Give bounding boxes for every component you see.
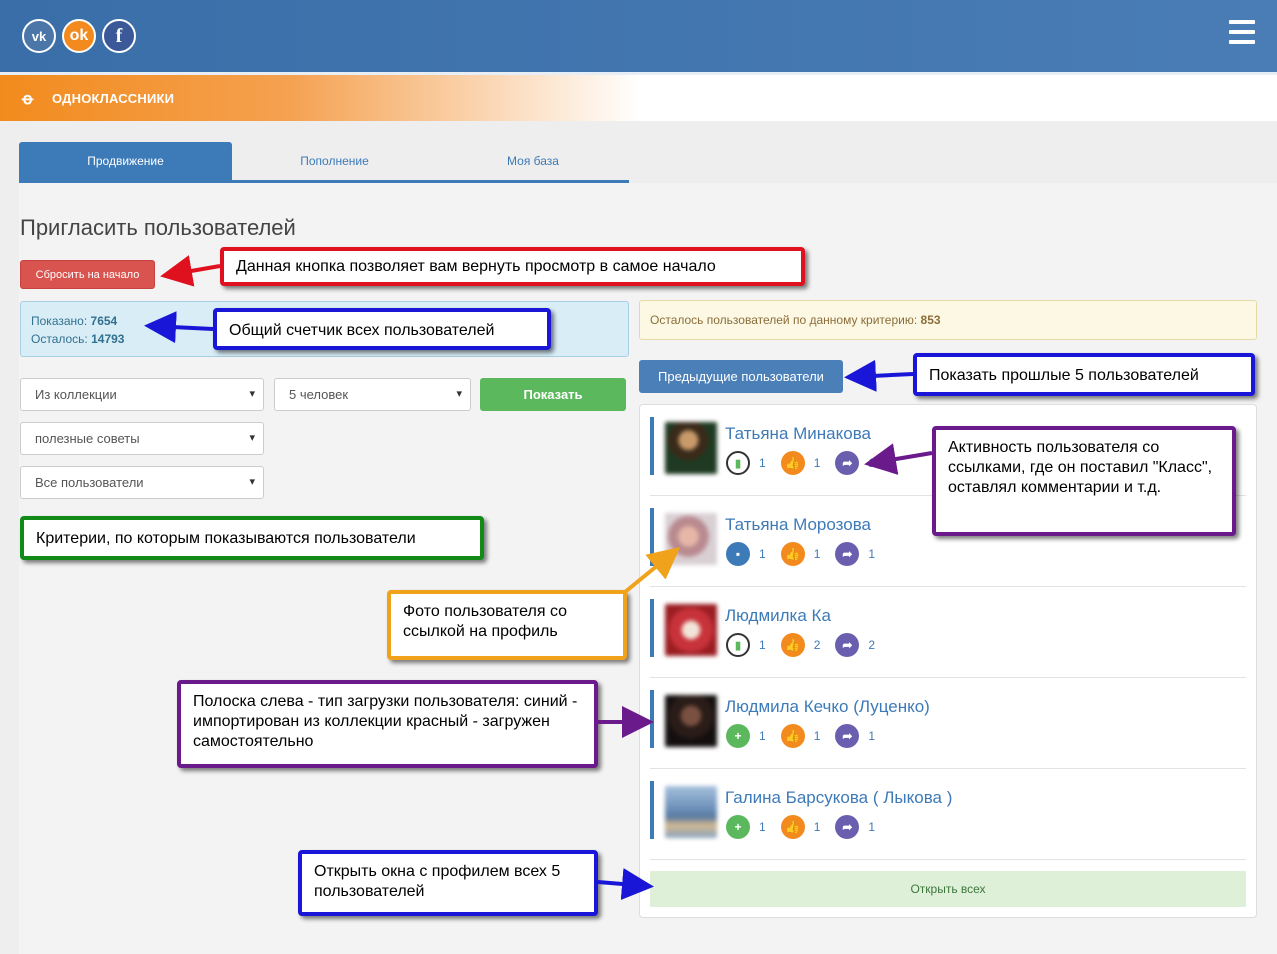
user-activity: +1 👍 1 ➦ 1 (726, 815, 890, 839)
share-icon[interactable]: ➦ (835, 633, 860, 657)
stats-icon[interactable]: ▮ (726, 633, 750, 657)
user-activity: ▪ 1 👍 1 ➦ 1 (726, 542, 890, 566)
share-icon[interactable]: ➦ (835, 451, 860, 475)
odnoklassniki-small-icon: ꝋ (22, 91, 34, 108)
share-icon[interactable]: ➦ (835, 815, 860, 839)
user-name[interactable]: Людмилка Ка (725, 606, 831, 626)
stats-icon[interactable]: ▮ (726, 451, 750, 475)
user-row: Галина Барсукова ( Лыкова ) +1 👍 1 ➦ 1 (650, 769, 1246, 860)
tab-promotion[interactable]: Продвижение (19, 142, 232, 180)
hamburger-menu-icon[interactable] (1229, 20, 1255, 46)
user-photo[interactable] (665, 422, 717, 474)
left-label: Осталось: (31, 332, 88, 346)
shown-label: Показано: (31, 314, 88, 328)
section-strip: ꝋ ОДНОКЛАССНИКИ (0, 75, 640, 121)
activity-count[interactable]: 1 (759, 638, 766, 652)
activity-count[interactable]: 1 (868, 456, 875, 470)
activity-count[interactable]: 1 (814, 547, 821, 561)
activity-count[interactable]: 1 (868, 820, 875, 834)
annotation-previous: Показать прошлые 5 пользователей (913, 353, 1255, 396)
add-user-icon[interactable]: + (726, 724, 750, 748)
remaining-value: 853 (920, 313, 941, 327)
activity-count[interactable]: 1 (814, 456, 821, 470)
share-icon[interactable]: ➦ (835, 542, 860, 566)
share-icon[interactable]: ➦ (835, 724, 860, 748)
topic-select[interactable]: полезные советы (20, 422, 264, 455)
source-select[interactable]: Из коллекции (20, 378, 264, 411)
annotation-open-all: Открыть окна с профилем всех 5 пользоват… (298, 850, 598, 916)
remaining-label: Осталось пользователей по данному критер… (650, 313, 918, 327)
user-row: Людмила Кечко (Луценко) +1 👍 1 ➦ 1 (650, 678, 1246, 769)
facebook-icon[interactable]: f (102, 19, 136, 53)
user-name[interactable]: Людмила Кечко (Луценко) (725, 697, 930, 717)
user-photo[interactable] (665, 604, 717, 656)
import-type-stripe (650, 599, 654, 657)
activity-count[interactable]: 1 (814, 820, 821, 834)
tab-topup[interactable]: Пополнение (232, 142, 437, 180)
user-name[interactable]: Татьяна Морозова (725, 515, 871, 535)
like-icon[interactable]: 👍 (780, 815, 805, 839)
activity-count[interactable]: 1 (759, 547, 766, 561)
reset-button[interactable]: Сбросить на начало (20, 260, 155, 289)
like-icon[interactable]: 👍 (780, 724, 805, 748)
count-select[interactable]: 5 человек (274, 378, 471, 411)
user-name[interactable]: Татьяна Минакова (725, 424, 871, 444)
user-row: Людмилка Ка ▮ 1 👍 2 ➦ 2 (650, 587, 1246, 678)
tab-bar: Продвижение Пополнение Моя база (19, 142, 629, 183)
annotation-photo: Фото пользователя со ссылкой на профиль (387, 590, 627, 660)
import-type-stripe (650, 417, 654, 475)
shown-value: 7654 (90, 314, 118, 328)
section-title: ОДНОКЛАССНИКИ (52, 91, 175, 106)
import-type-stripe (650, 508, 654, 566)
user-activity: +1 👍 1 ➦ 1 (726, 724, 890, 748)
user-activity: ▮ 1 👍 2 ➦ 2 (726, 633, 890, 657)
like-icon[interactable]: 👍 (780, 451, 805, 475)
annotation-activity: Активность пользователя со ссылками, где… (932, 426, 1236, 536)
remaining-alert: Осталось пользователей по данному критер… (639, 300, 1257, 340)
activity-count[interactable]: 1 (759, 729, 766, 743)
annotation-criteria: Критерии, по которым показываются пользо… (20, 516, 484, 560)
activity-count[interactable]: 1 (814, 729, 821, 743)
activity-count[interactable]: 2 (814, 638, 821, 652)
vk-icon[interactable]: vk (22, 19, 56, 53)
odnoklassniki-icon[interactable]: ok (62, 19, 96, 53)
like-icon[interactable]: 👍 (780, 633, 805, 657)
activity-count[interactable]: 1 (868, 547, 875, 561)
import-type-stripe (650, 690, 654, 748)
activity-count[interactable]: 2 (868, 638, 875, 652)
left-value: 14793 (91, 332, 125, 346)
annotation-stripe: Полоска слева - тип загрузки пользовател… (177, 680, 598, 768)
top-header: vk ok f (0, 0, 1277, 72)
annotation-reset: Данная кнопка позволяет вам вернуть прос… (220, 247, 805, 286)
page-title: Пригласить пользователей (20, 215, 296, 240)
user-photo[interactable] (665, 786, 717, 838)
open-all-button[interactable]: Открыть всех (650, 871, 1246, 907)
annotation-counter: Общий счетчик всех пользователей (213, 308, 551, 350)
user-photo[interactable] (665, 695, 717, 747)
activity-count[interactable]: 1 (759, 456, 766, 470)
user-activity: ▮ 1 👍 1 ➦ 1 (726, 451, 890, 475)
like-icon[interactable]: 👍 (780, 542, 805, 566)
user-photo[interactable] (665, 513, 717, 565)
add-user-icon[interactable]: + (726, 815, 750, 839)
users-select[interactable]: Все пользователи (20, 466, 264, 499)
comment-icon[interactable]: ▪ (726, 542, 750, 566)
activity-count[interactable]: 1 (868, 729, 875, 743)
show-button[interactable]: Показать (480, 378, 626, 411)
import-type-stripe (650, 781, 654, 839)
tab-my-base[interactable]: Моя база (437, 142, 629, 180)
activity-count[interactable]: 1 (759, 820, 766, 834)
user-name[interactable]: Галина Барсукова ( Лыкова ) (725, 788, 952, 808)
previous-users-button[interactable]: Предыдущие пользователи (639, 360, 843, 393)
